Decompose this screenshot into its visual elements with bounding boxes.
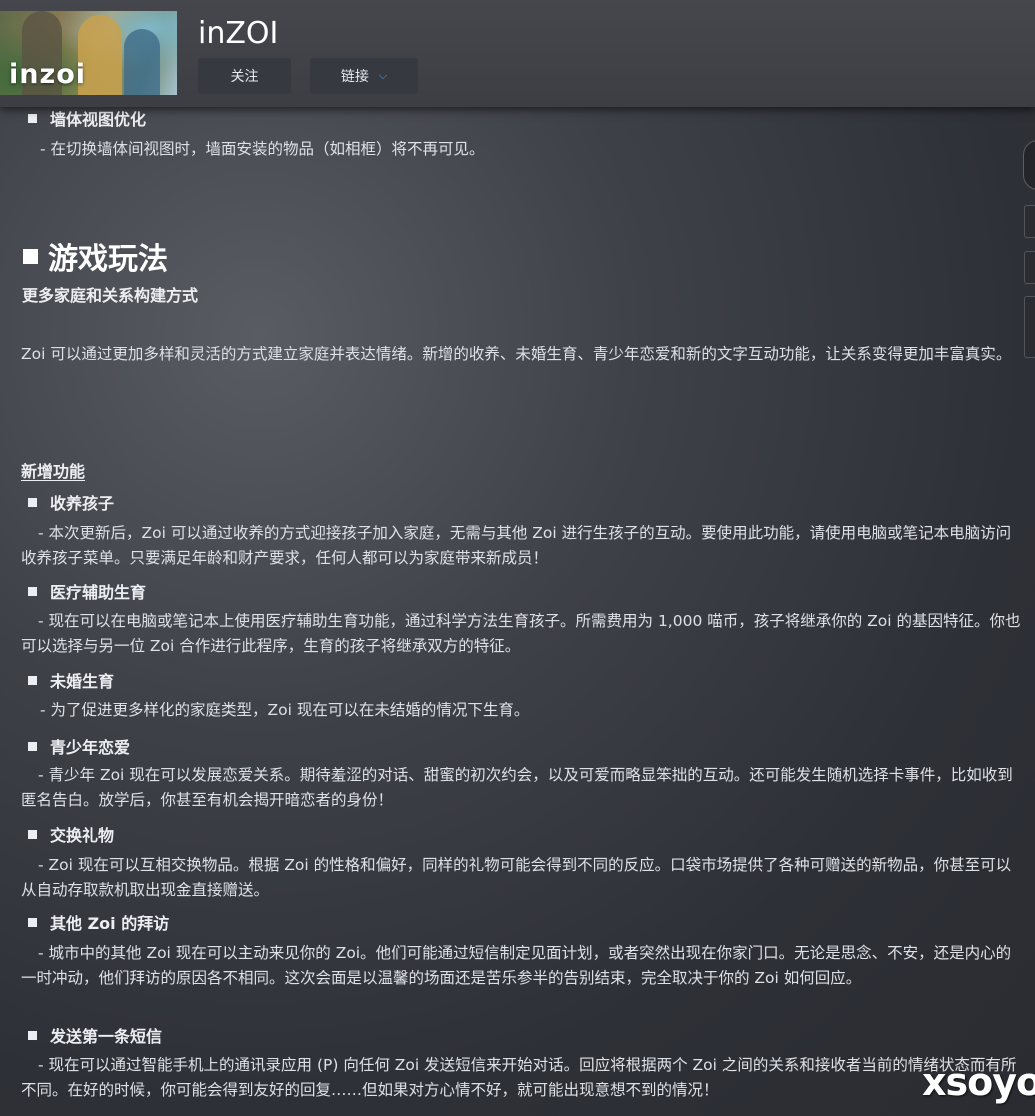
- bullet-square-icon: [28, 741, 37, 751]
- feature-heading-label: 医疗辅助生育: [50, 583, 147, 602]
- feature-heading-wall-view: 墙体视图优化: [28, 106, 146, 130]
- side-tab[interactable]: [1024, 251, 1035, 284]
- feature-text: - 为了促进更多样化的家庭类型，Zoi 现在可以在未结婚的情况下生育。: [40, 701, 530, 719]
- feature-heading-label: 未婚生育: [50, 672, 115, 691]
- game-capsule-image[interactable]: inzoi: [0, 11, 177, 95]
- bullet-square-icon: [28, 497, 37, 507]
- feature-text: - 青少年 Zoi 现在可以发展恋爱关系。期待羞涩的对话、甜蜜的初次约会，以及可…: [21, 766, 1013, 809]
- feature-heading: 收养孩子: [28, 490, 114, 514]
- bullet-square-icon: [28, 1030, 37, 1040]
- feature-heading: 青少年恋爱: [28, 734, 130, 758]
- app-header: inzoi inZOI 关注 链接 ⌵: [0, 0, 1035, 107]
- new-features-label: 新增功能: [21, 462, 86, 481]
- chevron-down-icon: ⌵: [378, 69, 388, 82]
- feature-text: - 现在可以通过智能手机上的通讯录应用 (P) 向任何 Zoi 发送短信来开始对…: [21, 1056, 1017, 1099]
- feature-heading-label: 其他 Zoi 的拜访: [50, 914, 170, 933]
- bullet-square-icon: [23, 248, 38, 264]
- feature-text: - Zoi 现在可以互相交换物品。根据 Zoi 的性格和偏好，同样的礼物可能会得…: [21, 856, 1012, 899]
- bullet-square-icon: [28, 586, 37, 596]
- bullet-square-icon: [28, 113, 37, 123]
- follow-button-label: 关注: [230, 69, 259, 85]
- feature-heading: 其他 Zoi 的拜访: [28, 910, 169, 934]
- side-scroll-button[interactable]: [1023, 140, 1035, 190]
- section-title-label: 游戏玩法: [48, 242, 168, 277]
- capsule-figure: [124, 29, 160, 95]
- game-logo: inzoi: [9, 59, 86, 90]
- feature-heading: 发送第一条短信: [28, 1023, 162, 1047]
- bullet-square-icon: [28, 917, 37, 927]
- feature-heading: 交换礼物: [28, 822, 114, 846]
- links-button-label: 链接: [340, 69, 369, 85]
- follow-button[interactable]: 关注: [198, 58, 291, 94]
- feature-heading: 未婚生育: [28, 668, 114, 692]
- feature-heading: 医疗辅助生育: [28, 579, 146, 603]
- patch-notes-content: 墙体视图优化 - 在切换墙体间视图时，墙面安装的物品（如相框）将不再可见。 游戏…: [0, 0, 1035, 1116]
- feature-text-wall-view: - 在切换墙体间视图时，墙面安装的物品（如相框）将不再可见。: [40, 140, 485, 158]
- bullet-square-icon: [28, 829, 37, 839]
- section-subtitle: 更多家庭和关系构建方式: [22, 286, 199, 305]
- section-title: 游戏玩法: [23, 234, 168, 278]
- side-tab[interactable]: [1024, 205, 1035, 238]
- feature-heading-label: 青少年恋爱: [50, 738, 131, 757]
- feature-heading-label: 收养孩子: [50, 494, 115, 513]
- side-tab[interactable]: [1024, 296, 1035, 358]
- section-intro: Zoi 可以通过更加多样和灵活的方式建立家庭并表达情绪。新增的收养、未婚生育、青…: [21, 345, 1012, 363]
- bullet-square-icon: [28, 675, 37, 685]
- game-title: inZOI: [198, 16, 279, 51]
- feature-text: - 现在可以在电脑或笔记本上使用医疗辅助生育功能，通过科学方法生育孩子。所需费用…: [21, 612, 1021, 655]
- feature-heading-label: 发送第一条短信: [50, 1027, 163, 1046]
- feature-heading-label: 墙体视图优化: [50, 110, 147, 129]
- feature-text: - 城市中的其他 Zoi 现在可以主动来见你的 Zoi。他们可能通过短信制定见面…: [21, 944, 1012, 987]
- feature-heading-label: 交换礼物: [50, 826, 115, 845]
- watermark: xsoyo: [922, 1060, 1035, 1104]
- links-dropdown-button[interactable]: 链接 ⌵: [310, 58, 418, 94]
- feature-text: - 本次更新后，Zoi 可以通过收养的方式迎接孩子加入家庭，无需与其他 Zoi …: [21, 524, 1012, 567]
